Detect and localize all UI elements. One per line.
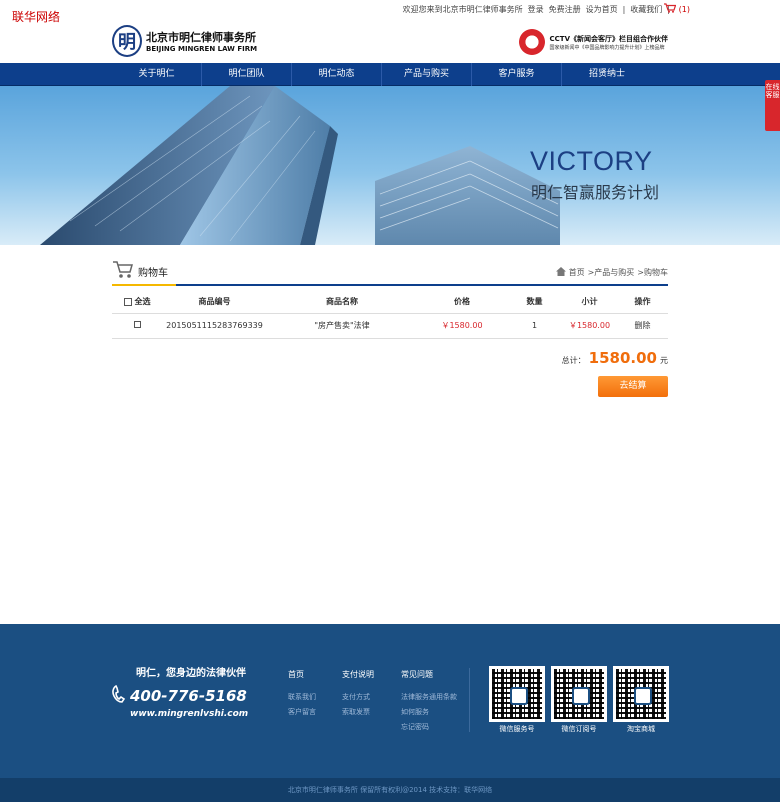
cart-total: 总计： 1580.00 元 <box>562 349 668 367</box>
qr-code-icon <box>616 669 666 719</box>
footer-copyright: 北京市明仁律师事务所 保留所有权利@2014 技术支持：联华网络 <box>0 778 780 802</box>
footer-contact: 明仁，您身边的法律伙伴 400-776-5168 www.mingrenlvsh… <box>112 664 248 719</box>
qr-wechat-subscribe: 微信订阅号 <box>551 666 607 734</box>
favorite-link[interactable]: 收藏我们 <box>630 4 662 15</box>
top-bar: 欢迎您来到北京市明仁律师事务所 登录 免费注册 设为首页 | 收藏我们 | <box>403 4 670 15</box>
banner-subtitle: 明仁智赢服务计划 <box>531 183 660 202</box>
site-logo[interactable]: 明 北京市明仁律师事务所 BEIJING MINGREN LAW FIRM <box>112 25 257 57</box>
nav-item-news[interactable]: 明仁动态 <box>292 63 382 86</box>
cart-title: 购物车 <box>138 267 168 279</box>
select-all-label: 全选 <box>134 297 151 307</box>
breadcrumb-home[interactable]: 首页 <box>569 267 585 278</box>
qr-caption: 微信订阅号 <box>561 725 597 733</box>
logo-mark: 明 <box>112 25 142 57</box>
shopping-cart-icon <box>112 260 134 283</box>
qr-caption: 淘宝商城 <box>627 725 655 733</box>
select-all-checkbox[interactable] <box>123 297 132 306</box>
online-service-tab[interactable]: 在线客服 <box>765 80 780 131</box>
banner-headline: VICTORY <box>530 146 653 176</box>
cell-price: ￥1580.00 <box>417 313 507 339</box>
top-cart-link[interactable]: (1) <box>663 3 690 15</box>
footer-link-message[interactable]: 客户留言 <box>288 705 316 720</box>
footer-link-terms[interactable]: 法律服务通用条款 <box>401 690 457 705</box>
select-all-header[interactable]: 全选 <box>112 291 162 314</box>
qr-caption: 微信服务号 <box>499 725 535 733</box>
partner-line-2: 国家级新闻中《中国品牌影响力提升计划》上榜品牌 <box>549 44 665 51</box>
cell-quantity: 1 <box>507 313 562 339</box>
footer-col-payment: 支付说明 支付方式 索取发票 <box>342 667 374 720</box>
col-quantity: 数量 <box>507 291 562 314</box>
nav-item-careers[interactable]: 招贤纳士 <box>562 63 652 86</box>
logo-name-cn: 北京市明仁律师事务所 <box>146 31 256 44</box>
total-amount: 1580.00 <box>588 349 657 367</box>
qr-code-icon <box>554 669 604 719</box>
row-checkbox[interactable] <box>133 321 141 328</box>
site-tag: 联华网络 <box>12 10 61 24</box>
col-product-no: 商品编号 <box>162 291 267 314</box>
welcome-text: 欢迎您来到北京市明仁律师事务所 <box>402 5 523 14</box>
partner-seal-icon <box>516 27 547 57</box>
qr-code-icon <box>492 669 542 719</box>
cell-product-name[interactable]: "房产售卖"法律 <box>267 313 417 339</box>
cart-table: 全选 商品编号 商品名称 价格 数量 小计 操作 201505111528376… <box>112 291 668 339</box>
checkout-button[interactable]: 去结算 <box>598 376 668 397</box>
cart-title-block: 购物车 <box>112 258 176 286</box>
cart-header: 购物车 首页 >产品与购买 >购物车 <box>112 258 668 286</box>
col-price: 价格 <box>417 291 507 314</box>
total-unit: 元 <box>660 356 668 365</box>
breadcrumb-products[interactable]: >产品与购买 <box>588 267 635 278</box>
footer-heading-faq[interactable]: 常见问题 <box>401 667 457 682</box>
separator: | <box>622 5 626 14</box>
col-subtotal: 小计 <box>562 291 617 314</box>
footer-heading-home[interactable]: 首页 <box>288 667 316 682</box>
cell-subtotal: ￥1580.00 <box>562 313 617 339</box>
footer-col-faq: 常见问题 法律服务通用条款 如何服务 忘记密码 <box>401 667 457 735</box>
footer-phone: 400-776-5168 <box>130 687 247 705</box>
login-link[interactable]: 登录 <box>528 4 544 15</box>
footer-link-invoice[interactable]: 索取发票 <box>342 705 374 720</box>
footer-slogan: 明仁，您身边的法律伙伴 <box>136 668 246 679</box>
banner-buildings-illustration <box>40 86 560 245</box>
cart-icon <box>663 3 676 15</box>
footer-link-contact[interactable]: 联系我们 <box>288 690 316 705</box>
main-nav: 关于明仁 明仁团队 明仁动态 产品与购买 客户服务 招贤纳士 <box>0 63 780 86</box>
partner-line-1: CCTV《新闻会客厅》栏目组合作伙伴 <box>549 34 668 43</box>
nav-item-service[interactable]: 客户服务 <box>472 63 562 86</box>
footer-link-forgot[interactable]: 忘记密码 <box>401 720 457 735</box>
cart-count: (1) <box>678 4 690 14</box>
breadcrumb-cart: >购物车 <box>637 268 668 277</box>
hero-banner: VICTORY 明仁智赢服务计划 <box>0 86 780 245</box>
col-product-name: 商品名称 <box>267 291 417 314</box>
partner-badge: CCTV《新闻会客厅》栏目组合作伙伴 国家级新闻中《中国品牌影响力提升计划》上榜… <box>516 27 668 57</box>
register-link[interactable]: 免费注册 <box>549 4 581 15</box>
set-home-link[interactable]: 设为首页 <box>586 4 618 15</box>
cell-product-no: 2015051115283769339 <box>162 313 267 339</box>
footer-divider <box>469 668 470 732</box>
footer-heading-payment[interactable]: 支付说明 <box>342 667 374 682</box>
footer-phone-row: 400-776-5168 <box>112 684 248 707</box>
qr-wechat-service: 微信服务号 <box>489 666 545 734</box>
home-icon <box>555 267 566 278</box>
footer-url[interactable]: www.mingrenlvshi.com <box>130 709 248 719</box>
nav-item-products[interactable]: 产品与购买 <box>382 63 472 86</box>
cart-table-header: 全选 商品编号 商品名称 价格 数量 小计 操作 <box>112 291 668 314</box>
nav-item-team[interactable]: 明仁团队 <box>202 63 292 86</box>
logo-name-en: BEIJING MINGREN LAW FIRM <box>146 45 258 53</box>
nav-item-about[interactable]: 关于明仁 <box>112 63 202 86</box>
total-label: 总计： <box>561 356 586 365</box>
col-action: 操作 <box>617 291 668 314</box>
footer-col-home: 首页 联系我们 客户留言 <box>288 667 316 720</box>
delete-link[interactable]: 删除 <box>617 313 668 339</box>
breadcrumb: 首页 >产品与购买 >购物车 <box>555 267 668 278</box>
footer-link-pay-method[interactable]: 支付方式 <box>342 690 374 705</box>
qr-taobao: 淘宝商城 <box>613 666 669 734</box>
phone-icon <box>112 684 126 707</box>
table-row: 2015051115283769339 "房产售卖"法律 ￥1580.00 1 … <box>112 313 668 339</box>
footer-link-how[interactable]: 如何服务 <box>401 705 457 720</box>
